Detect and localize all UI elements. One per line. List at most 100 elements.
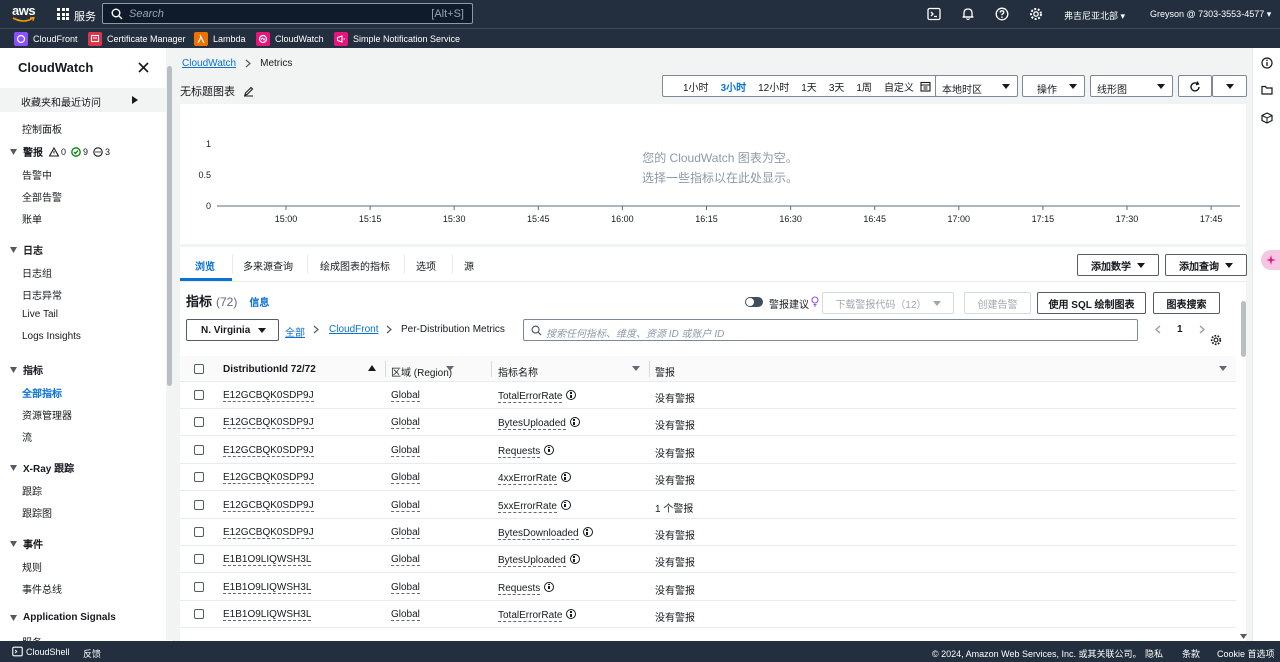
region-cell[interactable]: Global bbox=[391, 500, 420, 512]
region-cell[interactable]: Global bbox=[391, 609, 420, 622]
metric-name-text[interactable]: BytesDownloaded bbox=[498, 528, 579, 540]
header-alarms[interactable]: 警报 bbox=[655, 364, 675, 379]
sidebar-title[interactable]: CloudWatch bbox=[18, 60, 93, 75]
sidebar-scrollbar[interactable] bbox=[166, 48, 174, 640]
sidebar-item-explorer[interactable]: 资源管理器 bbox=[22, 407, 72, 422]
tab-browse[interactable]: 浏览 bbox=[195, 258, 215, 273]
chart-type-dropdown[interactable]: 线形图 bbox=[1090, 75, 1173, 97]
row-checkbox[interactable] bbox=[194, 444, 204, 455]
table-row[interactable]: E1B1O9LIQWSH3L Global Requests 没有警报 bbox=[180, 574, 1236, 601]
sidebar-section-alarms[interactable]: 警报 0 9 3 bbox=[10, 144, 110, 159]
chevron-right-icon[interactable] bbox=[1199, 325, 1205, 334]
info-circle-icon[interactable] bbox=[582, 527, 593, 537]
row-checkbox[interactable] bbox=[194, 499, 204, 510]
distribution-id-cell[interactable]: E12GCBQK0SDP9J bbox=[223, 472, 314, 485]
distribution-id-cell[interactable]: E12GCBQK0SDP9J bbox=[223, 500, 314, 512]
help-icon[interactable] bbox=[995, 7, 1009, 21]
time-range-1d[interactable]: 1天 bbox=[795, 79, 823, 94]
refresh-button[interactable] bbox=[1178, 75, 1212, 97]
table-row[interactable]: E1B1O9LIQWSH3L Global TotalErrorRate 没有警报 bbox=[180, 601, 1236, 629]
row-checkbox[interactable] bbox=[194, 581, 204, 592]
download-alarm-code-button[interactable]: 下载警报代码（12） bbox=[822, 292, 954, 314]
time-range-3d[interactable]: 3天 bbox=[823, 79, 851, 94]
region-cell[interactable]: Global bbox=[391, 390, 420, 402]
footer-cloudshell-link[interactable]: CloudShell bbox=[26, 647, 70, 657]
settings-gear-icon[interactable] bbox=[1029, 7, 1043, 21]
add-query-button[interactable]: 添加查询 bbox=[1165, 254, 1247, 276]
region-cell[interactable]: Global bbox=[391, 527, 420, 539]
assistant-launcher[interactable] bbox=[1261, 250, 1280, 270]
timezone-dropdown[interactable]: 本地时区 bbox=[935, 75, 1018, 97]
info-circle-icon[interactable] bbox=[544, 581, 555, 592]
row-checkbox[interactable] bbox=[194, 390, 204, 400]
sidebar-item-rules[interactable]: 规则 bbox=[22, 559, 42, 574]
sidebar-favorites-recent[interactable]: 收藏夹和最近访问 bbox=[0, 88, 166, 112]
tab-multi-source-query[interactable]: 多来源查询 bbox=[243, 258, 293, 273]
metric-name-text[interactable]: TotalErrorRate bbox=[498, 610, 563, 623]
chevron-left-icon[interactable] bbox=[1155, 325, 1161, 334]
row-checkbox[interactable] bbox=[194, 554, 204, 565]
favorite-lambda[interactable]: Lambda bbox=[194, 31, 246, 47]
tab-graphed-metrics[interactable]: 绘成图表的指标 bbox=[320, 258, 390, 273]
sidebar-item-all-alarms[interactable]: 全部告警 bbox=[22, 189, 62, 204]
cloudshell-icon[interactable] bbox=[12, 646, 23, 657]
cube-icon[interactable] bbox=[1261, 112, 1273, 124]
sidebar-item-all-metrics[interactable]: 全部指标 bbox=[22, 385, 62, 400]
distribution-id-cell[interactable]: E1B1O9LIQWSH3L bbox=[223, 609, 312, 622]
region-cell[interactable]: Global bbox=[391, 554, 420, 567]
info-circle-icon[interactable] bbox=[566, 390, 577, 400]
info-circle-icon[interactable] bbox=[569, 417, 580, 428]
metric-name-text[interactable]: BytesUploaded bbox=[498, 418, 566, 431]
current-page[interactable]: 1 bbox=[1177, 324, 1183, 335]
table-scrollbar-thumb[interactable] bbox=[1241, 301, 1246, 357]
info-circle-icon[interactable] bbox=[544, 444, 555, 455]
breadcrumb-cloudwatch[interactable]: CloudWatch bbox=[182, 58, 236, 69]
row-checkbox[interactable] bbox=[194, 472, 204, 483]
sidebar-item-traces[interactable]: 跟踪 bbox=[22, 483, 42, 498]
tab-source[interactable]: 源 bbox=[464, 258, 474, 273]
row-checkbox[interactable] bbox=[194, 417, 204, 428]
header-region[interactable]: 区域 (Region) bbox=[391, 364, 452, 379]
notifications-bell-icon[interactable] bbox=[961, 7, 975, 21]
global-search-input[interactable]: Search [Alt+S] bbox=[102, 3, 473, 24]
metrics-search-input[interactable]: 搜索任何指标、维度、资源 ID 或账户 ID bbox=[523, 319, 1138, 341]
distribution-id-cell[interactable]: E1B1O9LIQWSH3L bbox=[223, 554, 312, 567]
sidebar-section-application-signals[interactable]: Application Signals bbox=[10, 612, 116, 623]
calendar-icon[interactable] bbox=[920, 81, 931, 92]
sidebar-item-log-anomalies[interactable]: 日志异常 bbox=[22, 287, 62, 302]
distribution-id-cell[interactable]: E12GCBQK0SDP9J bbox=[223, 390, 314, 402]
region-cell[interactable]: Global bbox=[391, 445, 420, 457]
sidebar-item-dashboard[interactable]: 控制面板 bbox=[22, 121, 62, 136]
distribution-id-cell[interactable]: E12GCBQK0SDP9J bbox=[223, 417, 314, 430]
table-row[interactable]: E1B1O9LIQWSH3L Global BytesUploaded 没有警报 bbox=[180, 546, 1236, 574]
favorite-cloudfront[interactable]: CloudFront bbox=[14, 31, 78, 47]
table-row[interactable]: E12GCBQK0SDP9J Global Requests 没有警报 bbox=[180, 437, 1236, 464]
scroll-down-icon[interactable] bbox=[1240, 634, 1247, 639]
sidebar-item-log-groups[interactable]: 日志组 bbox=[22, 265, 52, 280]
sidebar-item-services[interactable]: 服务 bbox=[22, 634, 42, 641]
metric-name-text[interactable]: 4xxErrorRate bbox=[498, 473, 557, 486]
services-grid-icon[interactable] bbox=[57, 8, 69, 20]
crumb-all[interactable]: 全部 bbox=[285, 324, 305, 339]
edit-pencil-icon[interactable] bbox=[243, 86, 254, 97]
tab-options[interactable]: 选项 bbox=[416, 258, 436, 273]
sidebar-item-trace-map[interactable]: 跟踪图 bbox=[22, 505, 52, 520]
alarm-recommendations-toggle[interactable] bbox=[745, 297, 763, 307]
close-icon[interactable] bbox=[138, 62, 149, 73]
sidebar-item-billing[interactable]: 账单 bbox=[22, 211, 42, 226]
table-row[interactable]: E12GCBQK0SDP9J Global 5xxErrorRate 1 个警报 bbox=[180, 492, 1236, 519]
table-row[interactable]: E12GCBQK0SDP9J Global BytesUploaded 没有警报 bbox=[180, 409, 1236, 437]
distribution-id-cell[interactable]: E1B1O9LIQWSH3L bbox=[223, 582, 312, 594]
services-menu[interactable]: 服务 bbox=[74, 8, 96, 24]
sort-caret-icon[interactable] bbox=[632, 366, 640, 371]
region-cell[interactable]: Global bbox=[391, 417, 420, 430]
footer-privacy-link[interactable]: 隐私 bbox=[1145, 647, 1163, 660]
scrollbar-thumb[interactable] bbox=[167, 66, 172, 386]
info-link[interactable]: 信息 bbox=[249, 294, 269, 309]
footer-feedback-link[interactable]: 反馈 bbox=[83, 647, 101, 660]
metric-name-text[interactable]: 5xxErrorRate bbox=[498, 500, 557, 513]
metric-name-text[interactable]: TotalErrorRate bbox=[498, 391, 563, 403]
table-settings-gear-icon[interactable] bbox=[1210, 334, 1222, 346]
table-row[interactable]: E12GCBQK0SDP9J Global BytesDownloaded 没有警报 bbox=[180, 519, 1236, 546]
info-circle-icon[interactable] bbox=[566, 609, 577, 620]
